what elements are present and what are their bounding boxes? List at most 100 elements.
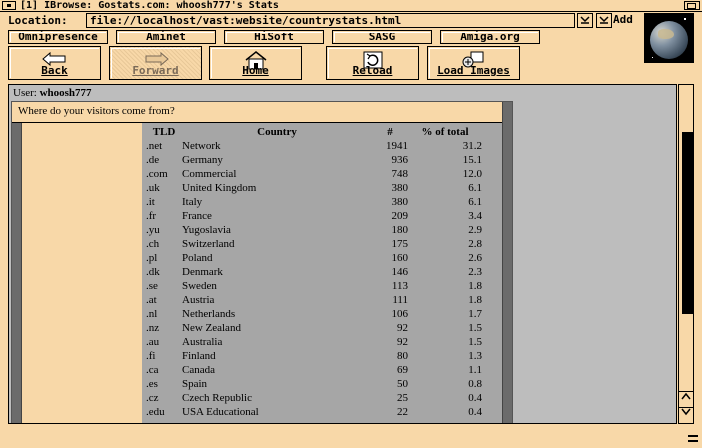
home-button[interactable]: Home (209, 46, 302, 80)
table-row: .es Spain 50 0.8 (142, 377, 486, 391)
hotlist-amiga-org[interactable]: Amiga.org (440, 30, 540, 44)
hotlist-sasg[interactable]: SASG (332, 30, 432, 44)
cell-country: Yugoslavia (182, 224, 231, 236)
hotlist-aminet[interactable]: Aminet (116, 30, 216, 44)
cell-percent: 3.4 (468, 210, 482, 222)
cell-tld: .edu (146, 406, 165, 418)
back-button[interactable]: Back (8, 46, 101, 80)
stats-frame: Where do your visitors come from? TLD Co… (11, 101, 513, 423)
cell-tld: .nl (146, 308, 158, 320)
cell-count: 380 (391, 182, 409, 194)
globe-star (684, 18, 686, 20)
back-label: Back (41, 64, 68, 77)
hotlist-omnipresence[interactable]: Omnipresence (8, 30, 108, 44)
table-row: .ch Switzerland 175 2.8 (142, 237, 486, 251)
cell-percent: 31.2 (462, 140, 482, 152)
chevron-down-icon[interactable] (679, 407, 693, 421)
header-percent: % of total (421, 126, 469, 138)
close-icon[interactable] (2, 1, 16, 10)
home-label: Home (242, 64, 269, 77)
cell-percent: 1.5 (468, 336, 482, 348)
cell-percent: 2.8 (468, 238, 482, 250)
frame-left-border (12, 123, 22, 423)
forward-button[interactable]: Forward (109, 46, 202, 80)
user-line: User: whoosh777 (13, 87, 92, 99)
scroll-thumb[interactable] (682, 132, 693, 314)
cell-count: 113 (391, 280, 408, 292)
cell-country: Austria (182, 294, 215, 306)
cell-country: Poland (182, 252, 213, 264)
cell-percent: 6.1 (468, 182, 482, 194)
cell-country: Germany (182, 154, 223, 166)
cell-country: United Kingdom (182, 182, 257, 194)
globe-land (658, 29, 674, 39)
cell-count: 69 (397, 364, 408, 376)
page-viewport[interactable]: User: whoosh777 Where do your visitors c… (8, 84, 677, 424)
resize-icon[interactable] (686, 432, 700, 446)
cell-tld: .it (146, 196, 155, 208)
cell-count: 50 (397, 378, 408, 390)
cell-tld: .fr (146, 210, 157, 222)
window-title-bar[interactable]: [1] IBrowse: Gostats.com: whoosh777's St… (0, 0, 702, 12)
cell-percent: 1.5 (468, 322, 482, 334)
cell-tld: .pl (146, 252, 158, 264)
vertical-scrollbar[interactable] (678, 84, 694, 424)
table-row: .fi Finland 80 1.3 (142, 349, 486, 363)
load-images-label: Load Images (437, 64, 510, 77)
globe-icon[interactable] (644, 13, 694, 63)
status-bar (0, 424, 702, 448)
cell-percent: 2.6 (468, 252, 482, 264)
chevron-down-icon[interactable] (577, 13, 593, 28)
cell-country: Finland (182, 350, 216, 362)
cell-tld: .au (146, 336, 160, 348)
cell-percent: 12.0 (462, 168, 482, 180)
table-row: .cz Czech Republic 25 0.4 (142, 391, 486, 405)
cell-percent: 2.3 (468, 266, 482, 278)
history-icon[interactable] (596, 13, 612, 28)
cell-tld: .se (146, 280, 158, 292)
reload-button[interactable]: Reload (326, 46, 419, 80)
hotlist-hisoft[interactable]: HiSoft (224, 30, 324, 44)
table-row: .ca Canada 69 1.1 (142, 363, 486, 377)
cell-country: Commercial (182, 168, 237, 180)
cell-tld: .de (146, 154, 160, 166)
cell-count: 111 (392, 294, 408, 306)
table-row: .it Italy 380 6.1 (142, 195, 486, 209)
cell-tld: .fi (146, 350, 156, 362)
cell-tld: .net (146, 140, 163, 152)
table-row: .com Commercial 748 12.0 (142, 167, 486, 181)
cell-tld: .uk (146, 182, 160, 194)
cell-tld: .cz (146, 392, 159, 404)
chevron-up-icon[interactable] (679, 391, 693, 405)
depth-icon[interactable] (684, 1, 700, 10)
scroll-track[interactable] (680, 86, 693, 390)
load-images-button[interactable]: Load Images (427, 46, 520, 80)
table-row: .fr France 209 3.4 (142, 209, 486, 223)
cell-country: USA Educational (182, 406, 259, 418)
url-field[interactable]: file://localhost/vast:website/countrysta… (86, 13, 575, 28)
table-header-row: TLD Country # % of total (142, 125, 486, 139)
add-bookmark-button[interactable]: Add (613, 13, 639, 28)
location-label: Location: (8, 14, 68, 27)
cell-tld: .ch (146, 238, 160, 250)
cell-percent: 0.4 (468, 406, 482, 418)
cell-tld: .com (146, 168, 168, 180)
table-row: .net Network 1941 31.2 (142, 139, 486, 153)
cell-country: France (182, 210, 212, 222)
cell-country: Sweden (182, 280, 217, 292)
country-stats-table: TLD Country # % of total .net Network 1941… (142, 125, 486, 419)
cell-tld: .at (146, 294, 157, 306)
cell-country: Italy (182, 196, 203, 208)
cell-country: Czech Republic (182, 392, 252, 404)
table-row: .de Germany 936 15.1 (142, 153, 486, 167)
table-row: .se Sweden 113 1.8 (142, 279, 486, 293)
cell-percent: 2.9 (468, 224, 482, 236)
cell-country: Australia (182, 336, 223, 348)
cell-count: 160 (391, 252, 409, 264)
cell-country: Netherlands (182, 308, 236, 320)
cell-percent: 1.8 (468, 294, 482, 306)
cell-percent: 15.1 (462, 154, 482, 166)
table-row: .edu USA Educational 22 0.4 (142, 405, 486, 419)
cell-count: 92 (397, 336, 408, 348)
cell-tld: .dk (146, 266, 160, 278)
